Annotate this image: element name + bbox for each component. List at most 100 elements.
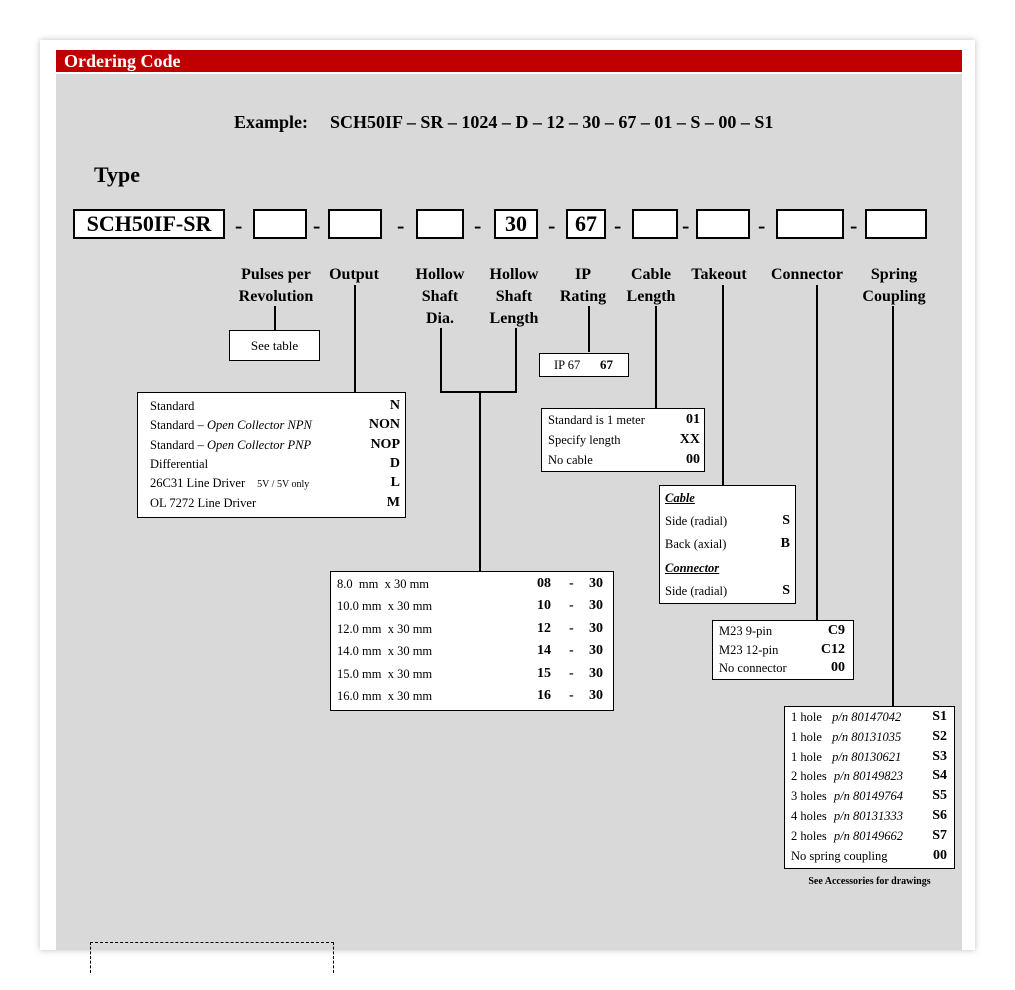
output-row-code: NOP [370,436,400,452]
connector-line [479,391,481,571]
code-dash: - [548,213,556,238]
spring-row-text: 2 holes [791,828,830,843]
cable-options-box: Standard is 1 meter 01 Specify length XX No … [541,408,705,472]
spring-row: 1 hole p/n 80147042 S1 [791,709,947,728]
spring-row-code: S1 [932,709,947,724]
code-dash: - [313,213,321,238]
code-dash: - [682,213,690,238]
shaft-row: 15.0 mm x 30 mm 15 -30 [337,665,607,685]
code-spring-box[interactable] [865,209,927,239]
label-cable: Cable Length [626,266,676,305]
shaft-row-text: 15.0 mm x 30 mm [337,666,433,681]
output-row-italic: Open Collector NPN [206,418,312,433]
spring-row: 2 holes p/n 80149823 S4 [791,768,947,787]
cable-row-text: Standard is 1 meter [548,413,645,427]
dashed-placeholder-box [90,942,334,973]
spring-row-code: S7 [932,827,947,843]
code-hollow-dia-box[interactable] [416,209,464,239]
output-row-text: Differential [150,456,209,471]
spring-row: 4 holes p/n 80131333 S6 [791,808,947,827]
spring-row-pn: p/n 80149662 [833,828,903,843]
code-cable-box[interactable] [632,209,678,239]
spring-row-code: S2 [932,728,947,744]
output-row-code: N [389,398,400,413]
shaft-row-len: 30 [589,576,603,591]
spring-row-pn: p/n 80131333 [833,809,903,823]
code-prefix-box: SCH50IF-SR [73,209,225,239]
output-row-italic: Open Collector PNP [206,437,312,452]
cable-row: Standard is 1 meter 01 [548,412,700,431]
cable-row: No cable 00 [548,452,700,471]
shaft-row-sep: - [569,576,574,591]
code-dash: - [614,213,622,238]
label-takeout: Takeout [691,266,747,283]
spring-row-text: 3 holes [791,789,830,804]
ip-text: IP 67 [554,358,581,372]
shaft-row-dia: 16 [537,688,551,703]
label-output: Output [329,266,379,283]
connector-line [515,328,517,392]
code-dash: - [474,213,482,238]
connector-row-code: C12 [820,641,845,657]
shaft-row-len: 30 [589,688,603,703]
connector-row-code: C9 [827,623,845,638]
code-ip-box: 67 [566,209,606,239]
code-dash: - [235,213,243,238]
shaft-row-dia: 15 [537,665,551,681]
spring-row-text: 4 holes [791,809,830,823]
connector-options-box: M23 9-pin C9 M23 12-pin C12 No connector 00 [712,620,854,680]
output-row-note: 5V / 5V only [257,479,310,491]
takeout-connector-text: Side (radial) [665,584,728,598]
code-dash: - [397,213,405,238]
shaft-row-dia: 08 [537,576,551,591]
code-connector-box[interactable] [776,209,844,239]
code-output-box[interactable] [328,209,382,239]
code-takeout-box[interactable] [696,209,750,239]
spring-row-text: No spring coupling [791,848,888,863]
output-row-text: OL 7272 Line Driver [150,495,257,510]
ip-box: IP 67 67 [539,353,629,377]
shaft-row-sep: - [569,643,574,659]
cable-row-text: Specify length [548,433,621,447]
spring-row-text: 1 hole [791,710,829,724]
connector-row-code: 00 [831,660,845,675]
takeout-cable-text: Back (axial) [665,537,727,551]
spring-row-pn: p/n 80149764 [833,789,903,804]
shaft-row-dia: 14 [537,643,551,659]
spring-row: 1 hole p/n 80130621 S3 [791,748,947,768]
shaft-row-sep: - [569,665,574,681]
output-options-box: Standard N Standard – Open Collector NPN NO… [137,392,406,518]
shaft-row: 12.0 mm x 30 mm 12 -30 [337,621,607,640]
shaft-row-text: 8.0 mm x 30 mm [337,577,430,591]
shaft-row: 16.0 mm x 30 mm 16 -30 [337,688,607,707]
section-header: Ordering Code [56,50,962,72]
shaft-row-text: 16.0 mm x 30 mm [337,689,433,703]
ip-code: 67 [600,357,613,372]
spring-row-code: S3 [932,748,947,764]
connector-row-text: M23 12-pin [719,642,779,657]
spring-row-text: 1 hole [791,749,829,764]
type-heading: Type [94,162,141,187]
connector-row: No connector 00 [719,660,845,678]
spring-row-pn: p/n 80130621 [832,749,902,764]
cable-row-code: 01 [686,412,700,427]
spring-row: 1 hole p/n 80131035 S2 [791,728,947,748]
output-row-code: D [389,455,400,471]
takeout-cable-text: Side (radial) [665,514,728,528]
output-row: Standard – Open Collector PNP NOP [150,436,400,456]
output-row-code: L [390,475,400,491]
takeout-cable-code: S [782,513,790,528]
shaft-row-len: 30 [589,643,603,659]
connector-row-text: No connector [719,661,787,675]
shaft-row-dia: 10 [537,598,551,614]
label-hollow-length: Hollow Shaft Length [489,266,539,327]
shaft-row: 10.0 mm x 30 mm 10 -30 [337,598,607,617]
spring-row-text: 1 hole [791,729,829,744]
shaft-row-text: 12.0 mm x 30 mm [337,621,433,636]
code-pulses-box[interactable] [253,209,307,239]
label-pulses: Pulses per Revolution [238,266,314,305]
connector-row-text: M23 9-pin [719,624,773,638]
label-ip: IP Rating [559,266,607,305]
label-spring: Spring Coupling [862,266,926,305]
connector-line [722,285,724,485]
